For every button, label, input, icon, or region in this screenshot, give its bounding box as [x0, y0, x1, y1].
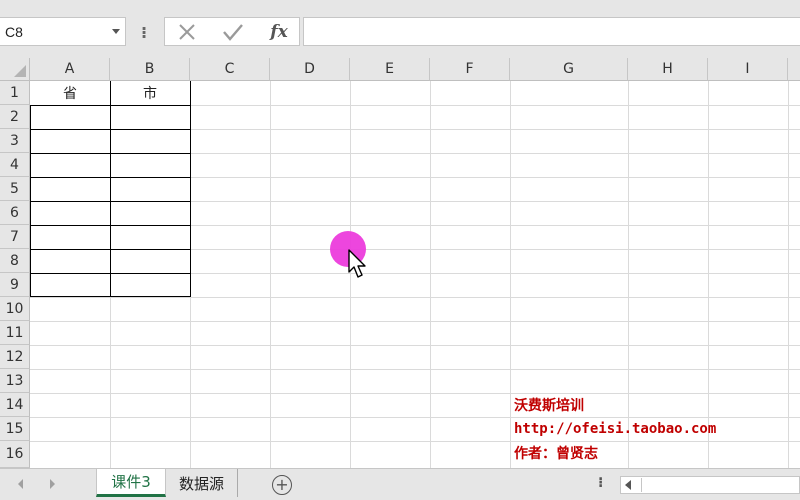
formula-buttons: fx — [164, 17, 300, 46]
column-header-I[interactable]: I — [708, 58, 788, 81]
column-header-H[interactable]: H — [628, 58, 708, 81]
chevron-down-icon[interactable] — [107, 18, 125, 45]
row-header-16[interactable]: 16 — [0, 441, 30, 468]
row-header-1[interactable]: 1 — [0, 81, 30, 105]
tab-sheet-kejian3[interactable]: 课件3 — [96, 469, 166, 497]
gridline — [270, 81, 271, 468]
scrollbar-thumb[interactable] — [641, 478, 799, 492]
gridline — [30, 369, 800, 370]
gridline — [30, 441, 800, 442]
table-border — [190, 81, 191, 105]
column-header-E[interactable]: E — [350, 58, 430, 81]
horizontal-scrollbar[interactable] — [620, 476, 800, 494]
row-header-7[interactable]: 7 — [0, 225, 30, 249]
row-header-5[interactable]: 5 — [0, 177, 30, 201]
column-header-F[interactable]: F — [430, 58, 510, 81]
enter-icon[interactable] — [213, 18, 253, 45]
table-border — [30, 225, 191, 226]
more-options-icon[interactable]: ⁝ — [598, 475, 603, 491]
scroll-left-icon[interactable] — [625, 480, 631, 490]
row-header-11[interactable]: 11 — [0, 321, 30, 345]
credit-url: http://ofeisi.taobao.com — [514, 421, 717, 437]
gridline — [30, 321, 800, 322]
gridline — [430, 81, 431, 468]
name-box[interactable]: C8 — [0, 17, 126, 46]
cancel-icon[interactable] — [167, 18, 207, 45]
gridline — [30, 345, 800, 346]
gridline — [30, 393, 800, 394]
column-header-J[interactable] — [788, 58, 800, 81]
arrow-cursor-icon — [348, 249, 370, 281]
cell-B1[interactable]: 市 — [110, 81, 190, 105]
row-header-4[interactable]: 4 — [0, 153, 30, 177]
column-header-A[interactable]: A — [30, 58, 110, 81]
plus-circle-icon[interactable]: + — [272, 475, 292, 495]
table-border — [30, 177, 191, 178]
row-header-6[interactable]: 6 — [0, 201, 30, 225]
table-border — [30, 249, 191, 250]
row-header-3[interactable]: 3 — [0, 129, 30, 153]
tab-sheet-shujuyuan[interactable]: 数据源 — [166, 469, 238, 497]
row-header-13[interactable]: 13 — [0, 369, 30, 393]
row-header-10[interactable]: 10 — [0, 297, 30, 321]
cell-A1[interactable]: 省 — [30, 81, 110, 105]
gridline — [788, 81, 789, 468]
insert-function-icon[interactable]: fx — [259, 18, 299, 45]
column-header-G[interactable]: G — [510, 58, 628, 81]
row-header-8[interactable]: 8 — [0, 249, 30, 273]
column-header-B[interactable]: B — [110, 58, 190, 81]
name-box-value: C8 — [5, 23, 23, 40]
column-header-C[interactable]: C — [190, 58, 270, 81]
prev-sheet-icon[interactable] — [18, 479, 23, 489]
formula-bar: C8 ⁝ fx — [0, 0, 800, 58]
gridline — [510, 81, 511, 468]
sheet-tab-bar: 课件3 数据源 + ⁝ — [0, 468, 800, 500]
row-header-2[interactable]: 2 — [0, 105, 30, 129]
more-options-icon[interactable]: ⁝ — [136, 20, 152, 44]
row-header-15[interactable]: 15 — [0, 417, 30, 441]
gridline — [30, 297, 800, 298]
gridline — [628, 81, 629, 468]
gridline — [708, 81, 709, 468]
table-border — [30, 153, 191, 154]
credit-author: 作者：曾贤志 — [514, 446, 598, 462]
row-header-12[interactable]: 12 — [0, 345, 30, 369]
formula-input[interactable] — [303, 17, 800, 46]
credit-company: 沃费斯培训 — [514, 398, 584, 414]
spreadsheet-grid: A B C D E F G H I 1 2 3 4 5 6 7 8 9 10 1… — [0, 58, 800, 468]
row-header-9[interactable]: 9 — [0, 273, 30, 297]
row-header-14[interactable]: 14 — [0, 393, 30, 417]
table-border — [30, 273, 191, 274]
select-all-button[interactable] — [0, 58, 30, 81]
column-header-D[interactable]: D — [270, 58, 350, 81]
table-border — [110, 81, 111, 297]
table-border — [30, 129, 191, 130]
table-border — [30, 201, 191, 202]
next-sheet-icon[interactable] — [50, 479, 55, 489]
